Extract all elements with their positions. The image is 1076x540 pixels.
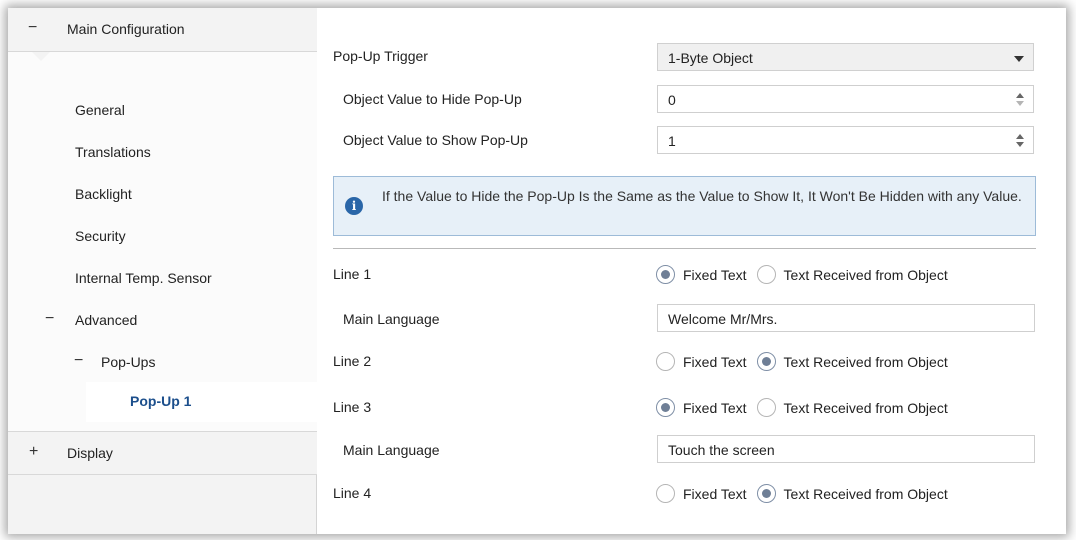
radio-label-fixed-text[interactable]: Fixed Text: [683, 267, 747, 283]
chevron-down-icon: [1014, 56, 1024, 62]
sidebar-item-security[interactable]: Security: [75, 228, 126, 244]
line-1-radio-group: Fixed Text Text Received from Object: [656, 265, 958, 284]
line-1-label: Line 1: [333, 266, 372, 282]
radio-text-from-object[interactable]: [756, 398, 776, 417]
sidebar-tree: [8, 52, 317, 431]
window-frame: − Main Configuration General Translation…: [8, 8, 1066, 534]
notch-pointer: [32, 52, 50, 61]
decrement-icon[interactable]: [1016, 142, 1024, 147]
line-2-radio-group: Fixed Text Text Received from Object: [656, 352, 958, 371]
increment-icon[interactable]: [1016, 134, 1024, 139]
radio-fixed-text[interactable]: [656, 265, 675, 284]
radio-label-text-from-object[interactable]: Text Received from Object: [784, 486, 948, 502]
sidebar-item-advanced[interactable]: Advanced: [75, 312, 137, 328]
radio-text-from-object[interactable]: [756, 352, 776, 371]
radio-label-fixed-text[interactable]: Fixed Text: [683, 354, 747, 370]
main-language-label: Main Language: [343, 442, 440, 458]
pop-up-trigger-select[interactable]: 1-Byte Object: [657, 43, 1034, 71]
divider: [333, 248, 1036, 249]
line-3-label: Line 3: [333, 399, 372, 415]
line-3-radio-group: Fixed Text Text Received from Object: [656, 398, 958, 417]
radio-fixed-text[interactable]: [656, 352, 675, 371]
info-box: i If the Value to Hide the Pop-Up Is the…: [333, 176, 1036, 236]
sidebar-item-label: Pop-Up 1: [130, 393, 192, 409]
line-2-label: Line 2: [333, 353, 372, 369]
sidebar-item-backlight[interactable]: Backlight: [75, 186, 132, 202]
radio-label-fixed-text[interactable]: Fixed Text: [683, 486, 747, 502]
expand-icon[interactable]: +: [29, 443, 38, 461]
sidebar-item-pop-up-1[interactable]: Pop-Up 1: [86, 382, 318, 422]
sidebar-item-general[interactable]: General: [75, 102, 125, 118]
radio-label-text-from-object[interactable]: Text Received from Object: [784, 267, 948, 283]
radio-label-text-from-object[interactable]: Text Received from Object: [784, 400, 948, 416]
collapse-icon[interactable]: −: [74, 352, 83, 370]
stepper-value: 0: [668, 92, 676, 108]
decrement-icon[interactable]: [1016, 101, 1024, 106]
increment-icon[interactable]: [1016, 93, 1024, 98]
main-language-label: Main Language: [343, 311, 440, 327]
radio-label-fixed-text[interactable]: Fixed Text: [683, 400, 747, 416]
sidebar-group-display[interactable]: + Display: [8, 431, 317, 475]
sidebar-item-pop-ups[interactable]: Pop-Ups: [101, 354, 155, 370]
sidebar-group-label: Display: [67, 445, 113, 461]
info-icon: i: [345, 197, 363, 215]
sidebar-group-label: Main Configuration: [67, 21, 185, 37]
sidebar: − Main Configuration General Translation…: [8, 8, 318, 534]
show-value-label: Object Value to Show Pop-Up: [343, 132, 528, 148]
sidebar-item-internal-temp-sensor[interactable]: Internal Temp. Sensor: [75, 270, 212, 286]
input-value: Touch the screen: [668, 442, 775, 458]
radio-text-from-object[interactable]: [756, 265, 776, 284]
sidebar-item-translations[interactable]: Translations: [75, 144, 151, 160]
line-3-main-language-input[interactable]: Touch the screen: [657, 435, 1035, 463]
radio-fixed-text[interactable]: [656, 484, 675, 503]
line-1-main-language-input[interactable]: Welcome Mr/Mrs.: [657, 304, 1035, 332]
info-text: If the Value to Hide the Pop-Up Is the S…: [382, 188, 1022, 204]
hide-value-label: Object Value to Hide Pop-Up: [343, 91, 522, 107]
select-value: 1-Byte Object: [668, 50, 753, 66]
pop-up-trigger-label: Pop-Up Trigger: [333, 48, 428, 64]
radio-text-from-object[interactable]: [756, 484, 776, 503]
stepper-value: 1: [668, 133, 676, 149]
radio-fixed-text[interactable]: [656, 398, 675, 417]
line-4-radio-group: Fixed Text Text Received from Object: [656, 484, 958, 503]
line-4-label: Line 4: [333, 485, 372, 501]
collapse-icon[interactable]: −: [28, 19, 37, 37]
radio-label-text-from-object[interactable]: Text Received from Object: [784, 354, 948, 370]
collapse-icon[interactable]: −: [45, 310, 54, 328]
hide-value-stepper[interactable]: 0: [657, 85, 1034, 113]
show-value-stepper[interactable]: 1: [657, 126, 1034, 154]
main-panel: Pop-Up Trigger 1-Byte Object Object Valu…: [318, 8, 1066, 534]
input-value: Welcome Mr/Mrs.: [668, 311, 778, 327]
sidebar-group-main-configuration[interactable]: − Main Configuration: [8, 8, 317, 52]
